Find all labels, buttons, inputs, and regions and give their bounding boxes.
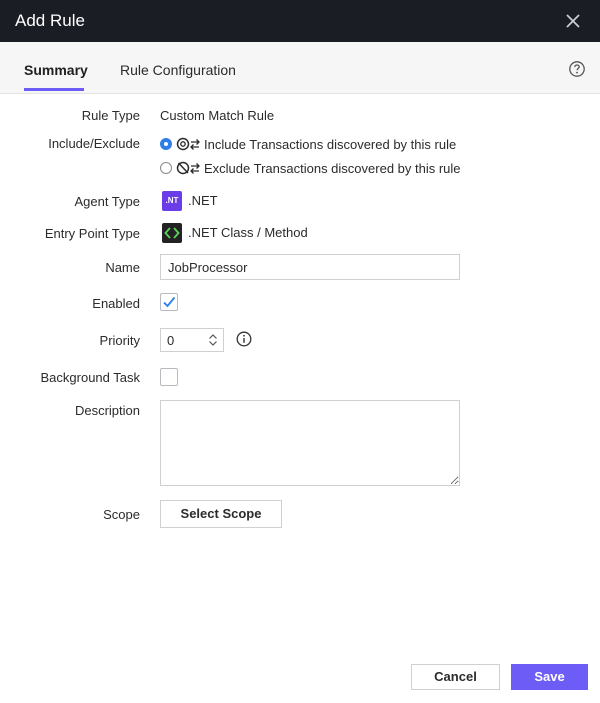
dotnet-icon: .NT	[162, 191, 182, 211]
save-button[interactable]: Save	[511, 664, 588, 690]
background-task-checkbox[interactable]	[160, 368, 178, 386]
agent-type-label: Agent Type	[74, 194, 140, 209]
dialog-titlebar: Add Rule	[0, 0, 600, 42]
priority-stepper[interactable]: 0	[160, 328, 224, 352]
include-exclude-label: Include/Exclude	[48, 136, 140, 151]
scope-label: Scope	[103, 507, 140, 522]
include-radio[interactable]	[160, 138, 172, 150]
enabled-label: Enabled	[92, 296, 140, 311]
priority-value: 0	[167, 333, 175, 348]
stepper-arrows-icon[interactable]	[208, 332, 218, 348]
code-brackets-icon	[162, 223, 182, 243]
name-input[interactable]	[160, 254, 460, 280]
entry-point-type-label: Entry Point Type	[44, 226, 140, 241]
rule-type-label: Rule Type	[81, 108, 140, 123]
help-icon[interactable]	[568, 60, 586, 78]
name-label: Name	[105, 260, 140, 275]
include-radio-label[interactable]: Include Transactions discovered by this …	[204, 137, 456, 152]
agent-type-value: .NET	[188, 193, 218, 208]
description-textarea[interactable]	[160, 400, 460, 486]
checkmark-icon	[163, 296, 176, 308]
active-tab-indicator	[24, 88, 84, 91]
close-icon[interactable]	[564, 12, 582, 30]
exclude-radio-label[interactable]: Exclude Transactions discovered by this …	[204, 161, 461, 176]
background-task-label: Background Task	[40, 370, 141, 385]
info-icon[interactable]	[236, 331, 252, 347]
entry-point-type-value: .NET Class / Method	[188, 225, 308, 240]
include-transactions-icon	[176, 137, 200, 151]
priority-label: Priority	[99, 333, 140, 348]
dialog-title: Add Rule	[15, 11, 85, 30]
tab-summary[interactable]: Summary	[24, 62, 88, 78]
select-scope-button[interactable]: Select Scope	[160, 500, 282, 528]
rule-type-value: Custom Match Rule	[160, 108, 275, 123]
exclude-radio[interactable]	[160, 162, 172, 174]
description-label: Description	[74, 403, 140, 418]
tab-rule-configuration[interactable]: Rule Configuration	[120, 62, 236, 78]
tab-bar: Summary Rule Configuration	[0, 42, 600, 94]
add-rule-dialog: Add Rule Summary Rule Configuration Rule…	[0, 0, 600, 703]
cancel-button[interactable]: Cancel	[411, 664, 500, 690]
enabled-checkbox[interactable]	[160, 293, 178, 311]
exclude-transactions-icon	[176, 161, 200, 175]
